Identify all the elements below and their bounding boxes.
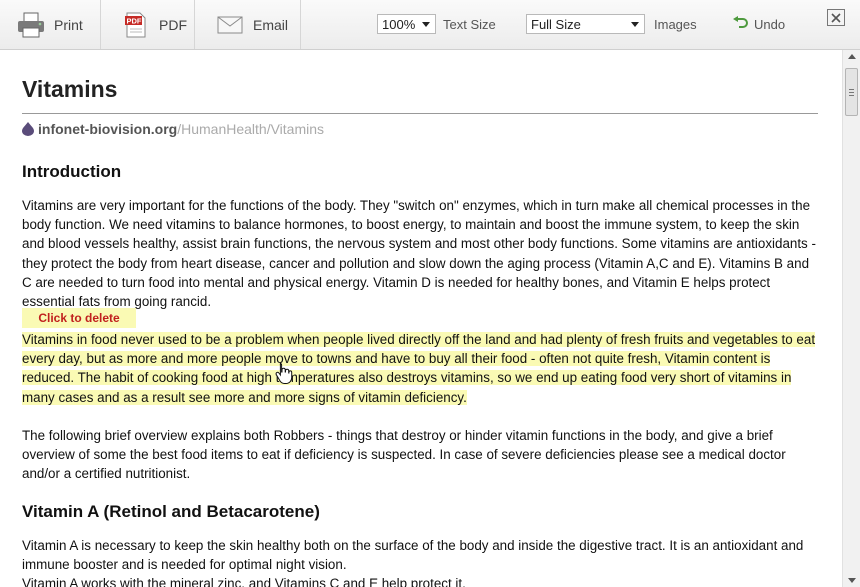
text-size-select[interactable]: 100% — [377, 14, 436, 34]
scroll-down-arrow-icon[interactable] — [848, 578, 856, 583]
paragraph: Vitamin A is necessary to keep the skin … — [22, 538, 804, 573]
section-heading: Vitamin A (Retinol and Betacarotene) — [22, 502, 320, 521]
close-button[interactable] — [827, 9, 845, 26]
grip-line — [849, 92, 854, 93]
chevron-down-icon — [631, 22, 639, 27]
highlighted-text: Vitamins in food never used to be a prob… — [22, 332, 816, 405]
source-domain: infonet-biovision.org — [38, 121, 178, 137]
print-label: Print — [54, 16, 83, 33]
images-select[interactable]: Full Size — [526, 14, 645, 34]
email-button[interactable]: Email — [195, 0, 301, 49]
section-heading: Introduction — [22, 162, 122, 181]
vertical-scrollbar[interactable] — [842, 50, 860, 587]
title-divider — [22, 113, 818, 114]
source-path: /HumanHealth/Vitamins — [177, 121, 325, 137]
paragraph: Vitamin A works with the mineral zinc, a… — [22, 576, 466, 587]
envelope-icon — [215, 11, 245, 39]
undo-button[interactable]: Undo — [732, 16, 785, 33]
click-to-delete-tip[interactable]: Click to delete — [22, 308, 136, 328]
text-size-value: 100% — [382, 17, 416, 32]
paragraph-highlighted[interactable]: Vitamins in food never used to be a prob… — [22, 330, 818, 407]
close-icon — [831, 12, 841, 23]
printer-icon — [16, 11, 46, 39]
paragraph: The following brief overview explains bo… — [22, 428, 786, 482]
grip-line — [849, 89, 854, 90]
undo-label: Undo — [754, 17, 786, 32]
pdf-button[interactable]: PDF PDF — [101, 0, 195, 49]
email-label: Email — [253, 16, 289, 33]
source-line: infonet-biovision.org/HumanHealth/Vitami… — [22, 121, 324, 137]
text-size-label: Text Size — [443, 17, 496, 32]
chevron-down-icon — [422, 22, 430, 27]
site-logo-icon — [22, 122, 34, 136]
scroll-thumb[interactable] — [845, 68, 858, 116]
undo-icon — [732, 16, 748, 33]
paragraph: Vitamins are very important for the func… — [22, 198, 816, 310]
grip-line — [849, 95, 854, 96]
scroll-up-arrow-icon[interactable] — [848, 54, 856, 59]
article-viewport: Vitamins infonet-biovision.org/HumanHeal… — [0, 50, 842, 587]
pdf-icon: PDF — [121, 11, 151, 39]
pdf-label: PDF — [159, 16, 187, 33]
print-toolbar: Print PDF PDF Email 100% Text Size Full … — [0, 0, 860, 50]
page-title: Vitamins — [22, 76, 118, 102]
images-value: Full Size — [531, 17, 581, 32]
print-button[interactable]: Print — [0, 0, 101, 49]
hand-pointer-icon — [275, 363, 293, 384]
images-label: Images — [654, 17, 697, 32]
pdf-icon-text: PDF — [127, 16, 142, 25]
